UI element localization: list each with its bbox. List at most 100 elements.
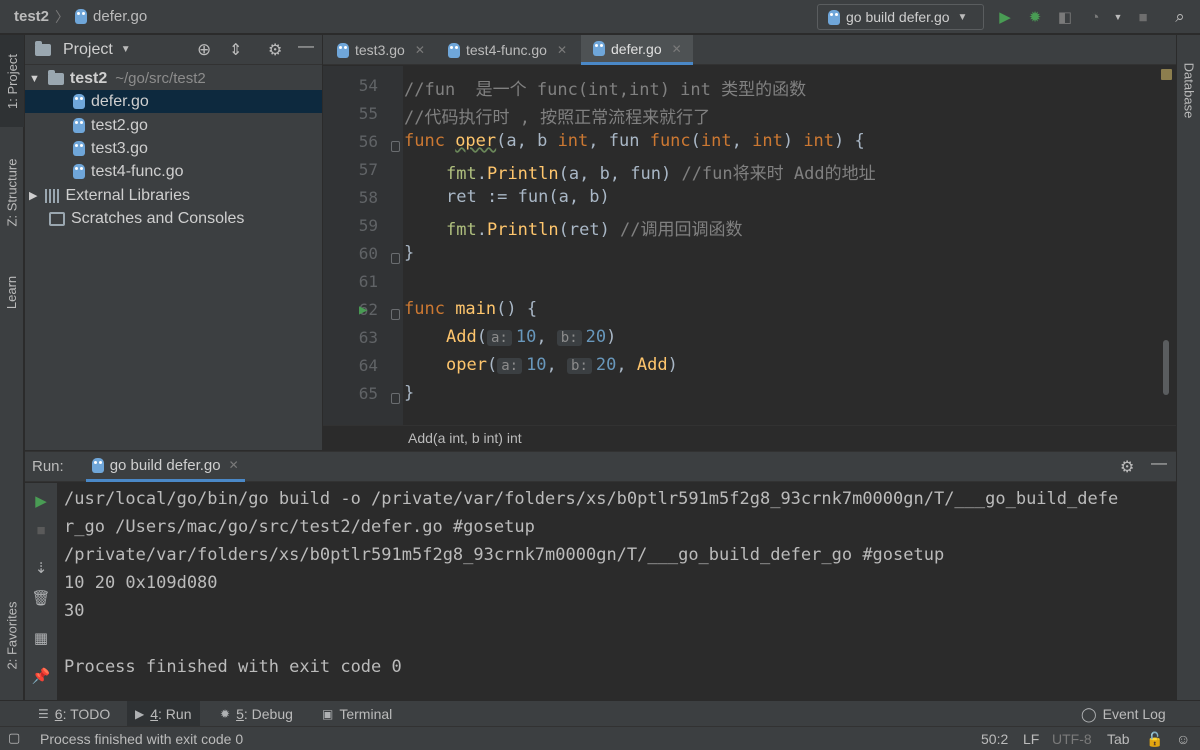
minimize-icon[interactable]: — — [298, 38, 314, 56]
tool-tab-event-log[interactable]: ◯ Event Log — [1073, 701, 1174, 727]
folder-icon — [35, 40, 51, 56]
parameter-hint: a: — [497, 358, 523, 374]
fold-marker-icon[interactable] — [391, 393, 400, 404]
tree-root[interactable]: ▼ test2 ~/go/src/test2 — [25, 67, 322, 90]
breadcrumb-project[interactable]: test2 — [14, 8, 49, 25]
editor-scrollbar[interactable] — [1163, 340, 1169, 395]
tool-tab-run[interactable]: ▶ 4: Run — [127, 701, 200, 727]
tree-item-defer-go[interactable]: defer.go — [25, 90, 322, 113]
scratches-icon — [49, 211, 65, 226]
console-line: 30 — [64, 601, 85, 621]
toggle-tool-windows-icon[interactable]: ▢ — [8, 730, 20, 746]
layout-icon[interactable]: ▦ — [31, 628, 51, 648]
coverage-icon[interactable]: ◧ — [1055, 7, 1075, 27]
line-number: 61 — [358, 272, 378, 291]
fold-marker-icon[interactable] — [391, 309, 400, 320]
tool-tab-debug[interactable]: ✹ 5: Debug — [212, 701, 301, 727]
tool-tab-todo[interactable]: ☰ 6: TODO — [30, 701, 118, 727]
indent-setting[interactable]: Tab — [1107, 731, 1130, 747]
go-file-icon — [73, 164, 85, 179]
tool-tab-database[interactable]: Database — [1177, 45, 1200, 135]
gear-icon[interactable]: ⚙ — [1120, 457, 1134, 477]
gear-icon[interactable]: ⚙ — [268, 40, 282, 60]
line-number: 65 — [358, 384, 378, 403]
bug-icon: ✹ — [220, 707, 231, 721]
chevron-down-icon[interactable]: ▼ — [1108, 7, 1128, 27]
close-icon[interactable]: ✕ — [557, 43, 567, 57]
debug-icon[interactable]: ✹ — [1025, 7, 1045, 27]
status-bar: ▢ Process finished with exit code 0 50:2… — [0, 726, 1200, 750]
code-line-58: ret := fun(a, b) — [446, 187, 610, 207]
go-file-icon — [73, 118, 85, 133]
line-number: 59 — [358, 216, 378, 235]
tab-defer-go[interactable]: defer.go ✕ — [581, 35, 693, 65]
editor-tabs: test3.go ✕ test4-func.go ✕ defer.go ✕ — [323, 35, 1176, 65]
tool-tab-favorites[interactable]: 2: Favorites — [0, 580, 24, 690]
tool-tab-terminal[interactable]: ▣ Terminal — [314, 701, 400, 727]
line-number: 54 — [358, 76, 378, 95]
breadcrumb-file[interactable]: defer.go — [93, 8, 147, 25]
tool-tab-project[interactable]: 1: Project — [0, 35, 24, 127]
run-panel: Run: go build defer.go ✕ ⚙ — ▶ ■ ⇣ 🗑 ▦ 📌… — [25, 451, 1176, 701]
go-file-icon — [337, 42, 349, 58]
line-number: 60 — [358, 244, 378, 263]
tab-test3-go[interactable]: test3.go ✕ — [325, 35, 435, 65]
close-icon[interactable]: ✕ — [672, 42, 682, 56]
parameter-hint: a: — [486, 330, 512, 346]
tool-window-bar: ☰ 6: TODO ▶ 4: Run ✹ 5: Debug ▣ Terminal… — [0, 700, 1200, 727]
console-line: r_go /Users/mac/go/src/test2/defer.go #g… — [64, 517, 535, 537]
code-line-63: Add(a: 10, b: 20) — [446, 327, 617, 347]
minimize-icon[interactable]: — — [1151, 455, 1167, 473]
console-line: /private/var/folders/xs/b0ptlr591m5f2g8_… — [64, 545, 945, 565]
file-encoding[interactable]: UTF-8 — [1052, 731, 1092, 747]
tree-item-scratches[interactable]: Scratches and Consoles — [25, 207, 322, 230]
tool-tab-learn[interactable]: Learn — [0, 260, 24, 325]
tree-item-test4-func-go[interactable]: test4-func.go — [25, 160, 322, 183]
tree-item-test3-go[interactable]: test3.go — [25, 137, 322, 160]
run-configuration-select[interactable]: go build defer.go ▼ — [817, 4, 984, 30]
inspection-status-icon[interactable] — [1161, 69, 1172, 80]
pin-icon[interactable]: 📌 — [31, 666, 51, 686]
tree-item-external-libraries[interactable]: ▶ External Libraries — [25, 184, 322, 207]
line-number: 55 — [358, 104, 378, 123]
parameter-hint: b: — [556, 330, 582, 346]
profile-icon[interactable]: ◔ — [1085, 7, 1105, 27]
chevron-down-icon[interactable]: ▼ — [121, 44, 131, 55]
run-icon[interactable]: ▶ — [995, 7, 1015, 27]
collapse-all-icon[interactable]: ⇕ — [229, 40, 242, 60]
stop-icon[interactable]: ■ — [31, 520, 51, 540]
right-tool-strip: Database — [1176, 35, 1200, 700]
fold-marker-icon[interactable] — [391, 253, 400, 264]
trash-icon[interactable]: 🗑 — [31, 588, 51, 608]
signature-hint: Add(a int, b int) int — [323, 425, 1176, 450]
notifications-icon[interactable]: ☺ — [1176, 731, 1190, 747]
console-line: /usr/local/go/bin/go build -o /private/v… — [64, 489, 1119, 509]
tree-item-test2-go[interactable]: test2.go — [25, 114, 322, 137]
go-file-icon — [593, 41, 605, 56]
locate-icon[interactable]: ⊕ — [197, 40, 211, 60]
lock-icon[interactable]: 🔓 — [1146, 731, 1163, 748]
run-tab[interactable]: go build defer.go ✕ — [85, 452, 245, 482]
caret-position[interactable]: 50:2 — [981, 731, 1008, 747]
project-view-title[interactable]: Project — [63, 41, 113, 59]
chevron-down-icon: ▼ — [957, 11, 968, 23]
tool-tab-structure[interactable]: Z: Structure — [0, 140, 24, 245]
folder-icon — [47, 69, 64, 85]
stop-icon[interactable]: ■ — [1133, 7, 1153, 27]
run-gutter-icon[interactable]: ▶ — [359, 302, 367, 318]
status-message[interactable]: Process finished with exit code 0 — [40, 731, 243, 747]
scroll-to-end-icon[interactable]: ⇣ — [31, 558, 51, 578]
run-toolbar: ▶ ■ ⇣ 🗑 ▦ 📌 — [25, 483, 57, 701]
line-separator[interactable]: LF — [1023, 731, 1039, 747]
search-icon[interactable]: ⌕ — [1170, 7, 1190, 27]
tab-test4-func-go[interactable]: test4-func.go ✕ — [436, 35, 580, 65]
run-configuration-label: go build defer.go — [846, 9, 950, 25]
code-line-59: fmt.Println(ret) //调用回调函数 — [446, 220, 743, 240]
close-icon[interactable]: ✕ — [415, 43, 425, 57]
close-icon[interactable]: ✕ — [229, 458, 239, 472]
rerun-icon[interactable]: ▶ — [31, 491, 51, 511]
line-number: 57 — [358, 160, 378, 179]
line-number: 64 — [358, 356, 378, 375]
left-tool-strip: 1: Project Z: Structure Learn 2: Favorit… — [0, 35, 24, 700]
fold-marker-icon[interactable] — [391, 141, 400, 152]
